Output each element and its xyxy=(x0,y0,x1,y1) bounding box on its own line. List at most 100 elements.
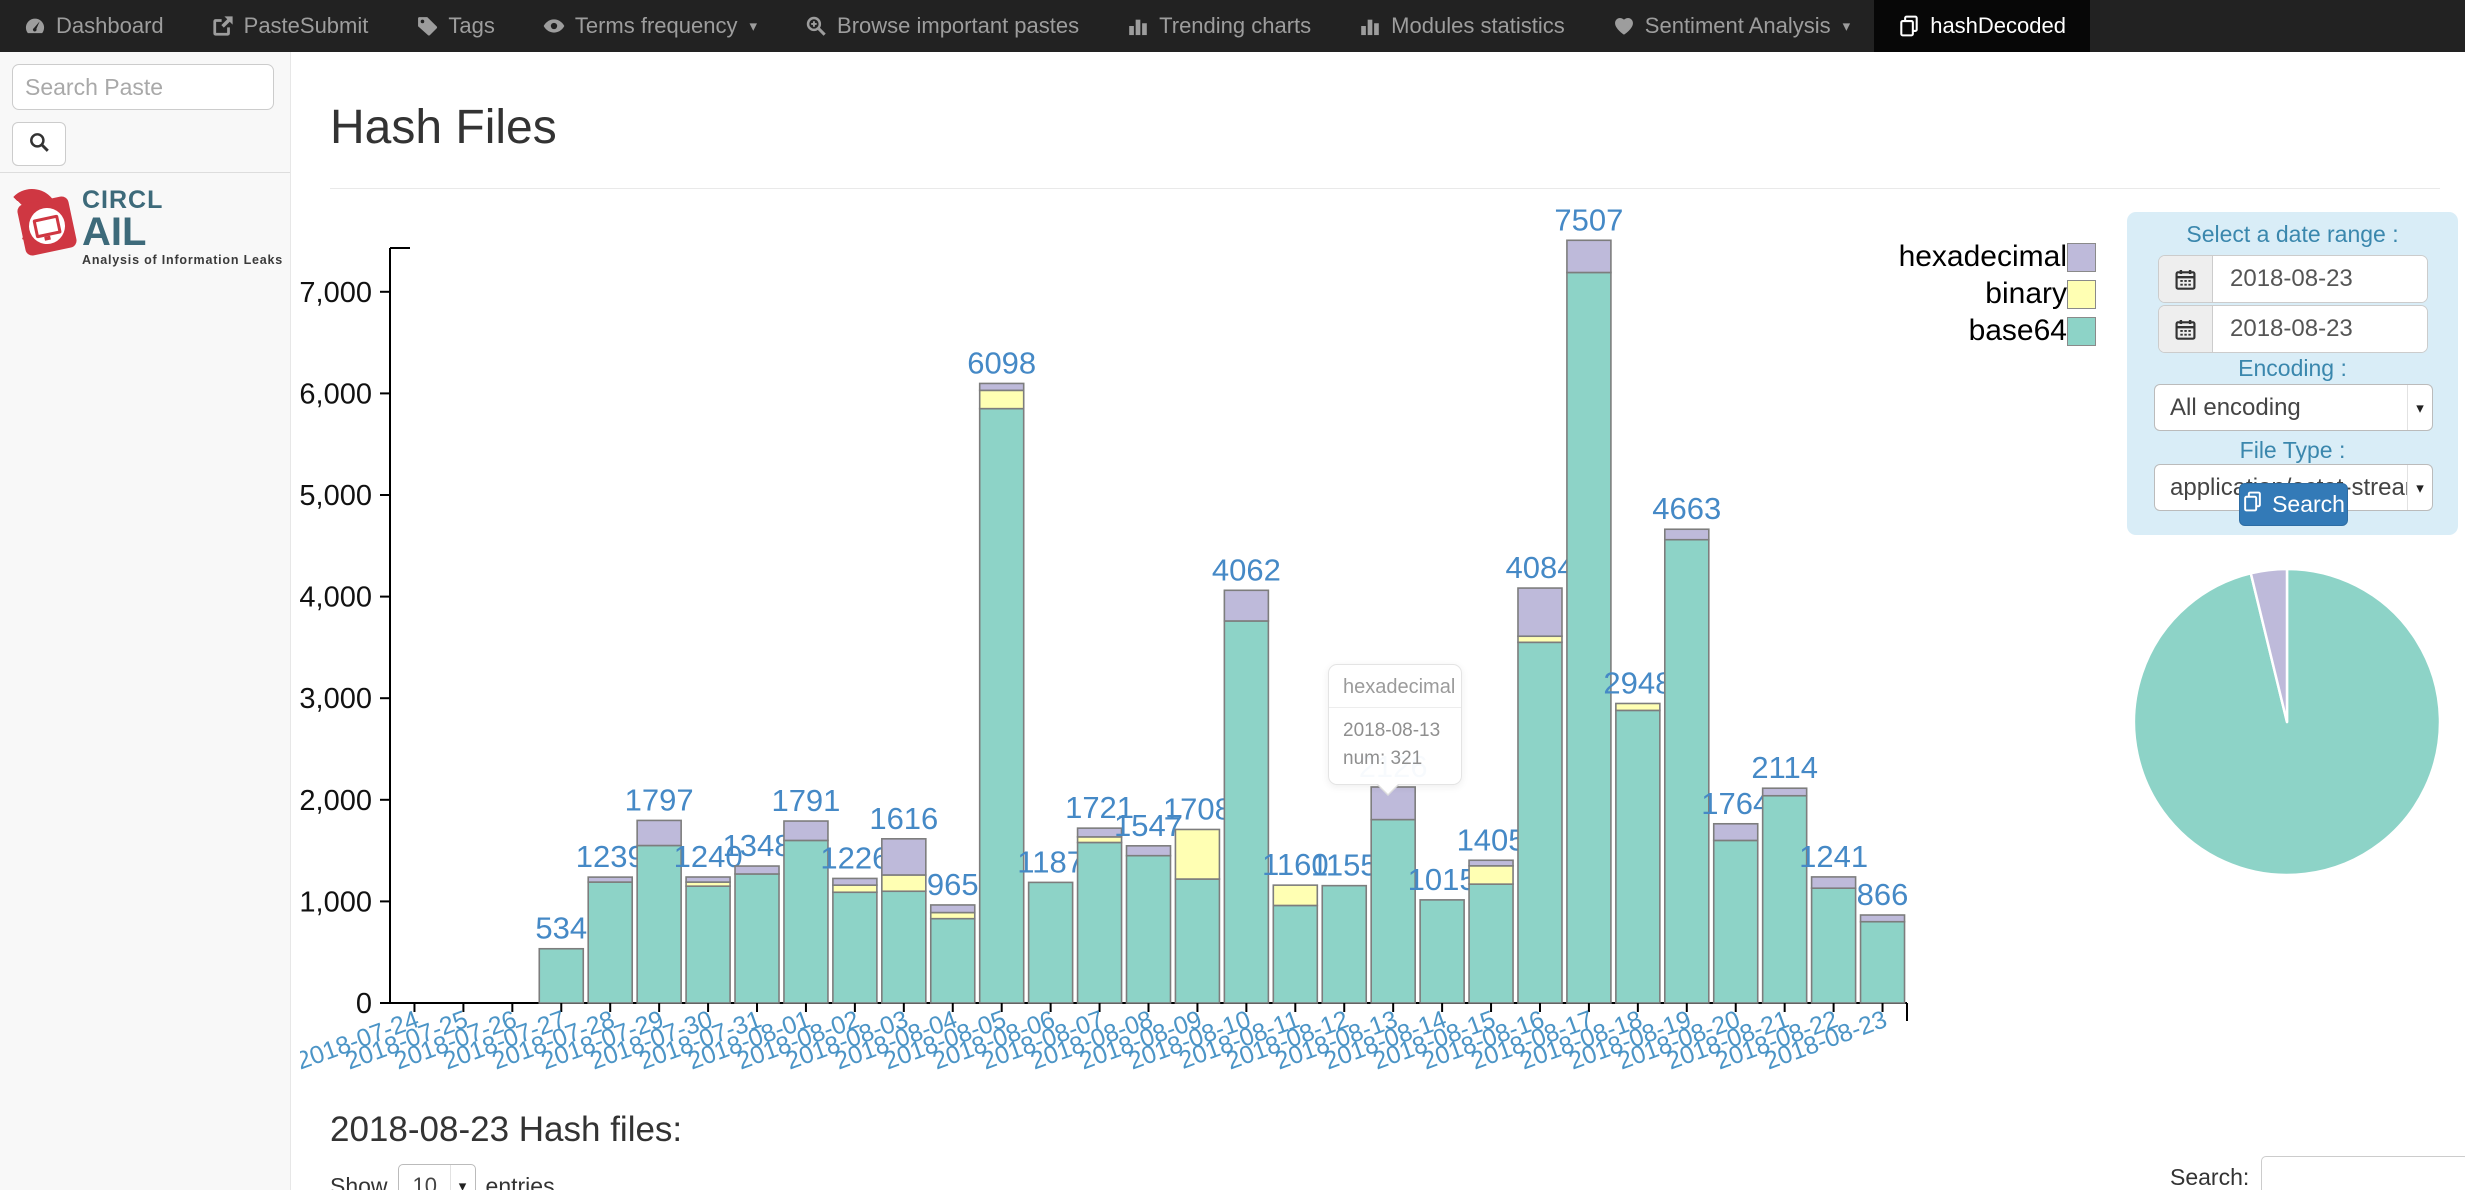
bar-segment-hexadecimal-2018-08-17[interactable] xyxy=(1567,240,1611,272)
bar-segment-base64-2018-08-07[interactable] xyxy=(1078,842,1122,1003)
bar-segment-hexadecimal-2018-08-21[interactable] xyxy=(1763,788,1807,796)
bar-segment-binary-2018-08-11[interactable] xyxy=(1273,885,1317,905)
encoding-pie-chart xyxy=(2122,557,2452,887)
bar-segment-base64-2018-08-19[interactable] xyxy=(1665,540,1709,1003)
nav-item-modules-statistics[interactable]: Modules statistics xyxy=(1335,0,1589,52)
search-paste-input[interactable] xyxy=(12,64,274,110)
legend-item-base64: base64 xyxy=(1711,316,2096,346)
search-icon xyxy=(28,131,50,158)
bar-segment-hexadecimal-2018-07-30[interactable] xyxy=(686,877,730,882)
bar-segment-hexadecimal-2018-08-02[interactable] xyxy=(833,878,877,885)
bar-segment-base64-2018-08-10[interactable] xyxy=(1224,621,1268,1003)
date-to-input[interactable] xyxy=(2213,306,2427,352)
nav-item-hashdecoded[interactable]: hashDecoded xyxy=(1874,0,2090,52)
bar-segment-base64-2018-08-02[interactable] xyxy=(833,892,877,1003)
bar-segment-base64-2018-08-06[interactable] xyxy=(1029,882,1073,1003)
calendar-icon xyxy=(2159,256,2213,302)
bar-segment-hexadecimal-2018-08-10[interactable] xyxy=(1224,590,1268,621)
bar-segment-hexadecimal-2018-07-28[interactable] xyxy=(588,877,632,882)
bar-segment-binary-2018-08-05[interactable] xyxy=(980,390,1024,408)
bar-segment-base64-2018-08-15[interactable] xyxy=(1469,884,1513,1003)
bar-segment-hexadecimal-2018-07-31[interactable] xyxy=(735,866,779,874)
bar-segment-base64-2018-07-30[interactable] xyxy=(686,886,730,1003)
bar-segment-hexadecimal-2018-08-04[interactable] xyxy=(931,905,975,913)
bar-total-label: 866 xyxy=(1857,877,1909,912)
bar-segment-binary-2018-08-15[interactable] xyxy=(1469,866,1513,884)
bar-segment-base64-2018-08-09[interactable] xyxy=(1175,879,1219,1003)
chevron-down-icon: ▾ xyxy=(2407,385,2432,430)
sidebar-search-button[interactable] xyxy=(12,122,66,166)
bar-segment-hexadecimal-2018-08-01[interactable] xyxy=(784,821,828,840)
bar-total-label: 6098 xyxy=(967,345,1036,380)
bar-segment-hexadecimal-2018-08-19[interactable] xyxy=(1665,529,1709,539)
bar-segment-base64-2018-08-08[interactable] xyxy=(1127,856,1171,1003)
caret-down-icon: ▾ xyxy=(749,17,757,35)
date-from-input[interactable] xyxy=(2213,256,2427,302)
bar-segment-base64-2018-08-11[interactable] xyxy=(1273,905,1317,1003)
bar-segment-binary-2018-08-16[interactable] xyxy=(1518,636,1562,642)
bar-segment-hexadecimal-2018-08-20[interactable] xyxy=(1714,824,1758,841)
bar-segment-binary-2018-08-03[interactable] xyxy=(882,875,926,891)
y-axis-tick-label: 5,000 xyxy=(300,480,372,512)
external-link-icon xyxy=(212,15,234,37)
bar-segment-base64-2018-07-28[interactable] xyxy=(588,882,632,1003)
bar-total-label: 4663 xyxy=(1652,491,1721,526)
bar-segment-base64-2018-08-14[interactable] xyxy=(1420,900,1464,1003)
bar-segment-binary-2018-08-18[interactable] xyxy=(1616,703,1660,710)
bar-segment-hexadecimal-2018-08-23[interactable] xyxy=(1861,915,1905,922)
bar-segment-hexadecimal-2018-08-22[interactable] xyxy=(1812,877,1856,888)
bar-segment-base64-2018-07-27[interactable] xyxy=(539,949,583,1003)
nav-item-label: Browse important pastes xyxy=(837,13,1079,39)
bar-segment-base64-2018-07-31[interactable] xyxy=(735,874,779,1003)
nav-item-trending-charts[interactable]: Trending charts xyxy=(1103,0,1335,52)
page-length-value: 10 xyxy=(399,1173,450,1190)
bar-segment-hexadecimal-2018-08-16[interactable] xyxy=(1518,588,1562,636)
encoding-select[interactable]: All encoding ▾ xyxy=(2154,384,2433,431)
bar-segment-base64-2018-08-18[interactable] xyxy=(1616,710,1660,1003)
bar-segment-hexadecimal-2018-08-08[interactable] xyxy=(1127,846,1171,856)
bar-segment-hexadecimal-2018-08-03[interactable] xyxy=(882,839,926,875)
nav-item-terms-frequency[interactable]: Terms frequency▾ xyxy=(519,0,781,52)
datatable-search-input[interactable] xyxy=(2261,1156,2465,1190)
bar-segment-base64-2018-08-20[interactable] xyxy=(1714,840,1758,1003)
nav-item-label: Dashboard xyxy=(56,13,164,39)
date-from-group xyxy=(2158,255,2428,303)
search-button[interactable]: Search xyxy=(2239,483,2348,526)
hash-files-bar-chart: 01,0002,0003,0004,0005,0006,0007,0002018… xyxy=(300,194,1930,1084)
eye-icon xyxy=(543,15,565,37)
bar-segment-base64-2018-08-22[interactable] xyxy=(1812,888,1856,1003)
bar-chart-icon xyxy=(1359,15,1381,37)
nav-item-tags[interactable]: Tags xyxy=(392,0,518,52)
nav-item-dashboard[interactable]: Dashboard xyxy=(0,0,188,52)
bar-segment-base64-2018-08-23[interactable] xyxy=(1861,922,1905,1003)
datatable-search-label: Search: xyxy=(2170,1164,2249,1190)
bar-segment-base64-2018-08-04[interactable] xyxy=(931,919,975,1003)
copy-icon xyxy=(2242,491,2263,518)
bar-total-label: 1348 xyxy=(723,828,792,863)
page-length-select[interactable]: 10 ▾ xyxy=(398,1164,476,1190)
bar-segment-binary-2018-08-09[interactable] xyxy=(1175,829,1219,879)
nav-item-sentiment-analysis[interactable]: Sentiment Analysis▾ xyxy=(1589,0,1874,52)
bar-segment-base64-2018-08-03[interactable] xyxy=(882,891,926,1003)
bar-total-label: 1239 xyxy=(576,839,645,874)
bar-segment-binary-2018-08-02[interactable] xyxy=(833,885,877,892)
bar-segment-base64-2018-08-16[interactable] xyxy=(1518,642,1562,1003)
legend-swatch xyxy=(2067,243,2096,272)
legend-swatch xyxy=(2067,280,2096,309)
bar-segment-base64-2018-08-13[interactable] xyxy=(1371,820,1415,1003)
search-button-label: Search xyxy=(2272,491,2345,518)
bar-segment-hexadecimal-2018-08-05[interactable] xyxy=(980,383,1024,390)
circl-ail-logo-icon xyxy=(6,185,76,261)
nav-item-pastesubmit[interactable]: PasteSubmit xyxy=(188,0,393,52)
bar-segment-base64-2018-08-21[interactable] xyxy=(1763,796,1807,1003)
bar-segment-base64-2018-08-05[interactable] xyxy=(980,409,1024,1003)
bar-segment-base64-2018-08-17[interactable] xyxy=(1567,272,1611,1003)
nav-item-browse-important-pastes[interactable]: Browse important pastes xyxy=(781,0,1103,52)
title-divider xyxy=(330,188,2440,189)
bar-segment-hexadecimal-2018-08-15[interactable] xyxy=(1469,860,1513,866)
nav-item-label: PasteSubmit xyxy=(244,13,369,39)
bar-segment-base64-2018-08-12[interactable] xyxy=(1322,886,1366,1003)
bar-segment-binary-2018-08-04[interactable] xyxy=(931,913,975,919)
bar-total-label: 1405 xyxy=(1457,822,1526,857)
datatable-length-control: Show 10 ▾ entries xyxy=(330,1164,555,1190)
